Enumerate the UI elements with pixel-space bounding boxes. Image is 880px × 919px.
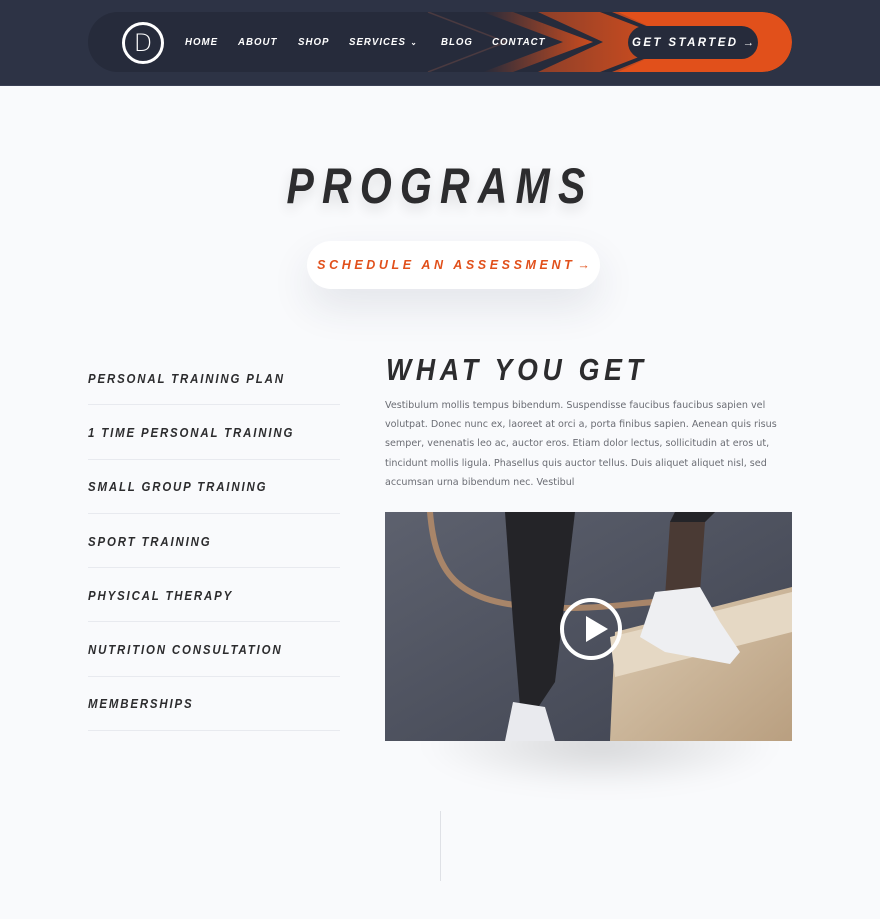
program-label: Small Group Training xyxy=(88,479,268,495)
nav-item-blog[interactable]: Blog xyxy=(441,36,473,48)
program-list: Personal Training Plan 1 Time Personal T… xyxy=(88,351,340,732)
vertical-divider xyxy=(440,811,441,881)
nav-label: Services xyxy=(348,36,406,48)
nav-item-shop[interactable]: Shop xyxy=(298,36,329,48)
program-item-physical-therapy[interactable]: Physical Therapy xyxy=(88,568,340,623)
program-label: Memberships xyxy=(88,696,194,712)
nav-item-about[interactable]: About xyxy=(238,36,277,48)
nav-label: About xyxy=(237,36,278,48)
program-item-nutrition-consultation[interactable]: Nutrition Consultation xyxy=(88,622,340,677)
nav-bar: D Home About Shop Services ⌄ Blog Contact… xyxy=(88,12,792,72)
logo-letter: D xyxy=(133,29,153,57)
arrow-right-icon: → xyxy=(742,36,754,49)
program-item-1-time-personal-training[interactable]: 1 Time Personal Training xyxy=(88,405,340,460)
program-item-memberships[interactable]: Memberships xyxy=(88,677,340,732)
get-started-label: GET STARTED xyxy=(632,36,739,49)
program-label: Personal Training Plan xyxy=(88,370,285,386)
main-nav: Home About Shop Services ⌄ Blog Contact xyxy=(185,36,568,48)
video-player[interactable] xyxy=(385,512,792,741)
section-body-text: Vestibulum mollis tempus bibendum. Suspe… xyxy=(385,400,777,488)
program-item-sport-training[interactable]: Sport Training xyxy=(88,514,340,569)
schedule-assessment-button[interactable]: SCHEDULE AN ASSESSMENT → xyxy=(307,241,600,289)
nav-label: Blog xyxy=(440,36,473,48)
section-heading: WHAT YOU GET xyxy=(386,352,648,387)
chevron-down-icon: ⌄ xyxy=(410,37,418,47)
schedule-assessment-label: SCHEDULE AN ASSESSMENT xyxy=(317,258,576,272)
nav-label: Shop xyxy=(297,36,330,48)
get-started-button[interactable]: GET STARTED → xyxy=(628,26,758,59)
program-item-small-group-training[interactable]: Small Group Training xyxy=(88,460,340,514)
nav-item-contact[interactable]: Contact xyxy=(492,36,546,48)
page-title: PROGRAMS xyxy=(286,158,594,214)
arrow-right-icon: → xyxy=(577,258,590,272)
program-label: 1 Time Personal Training xyxy=(88,424,295,440)
program-label: Nutrition Consultation xyxy=(88,642,283,658)
nav-label: Home xyxy=(185,36,219,48)
nav-item-services[interactable]: Services ⌄ xyxy=(349,36,418,48)
site-header: D Home About Shop Services ⌄ Blog Contact… xyxy=(0,0,880,86)
program-item-personal-training-plan[interactable]: Personal Training Plan xyxy=(88,351,340,406)
program-label: Physical Therapy xyxy=(88,587,234,603)
nav-label: Contact xyxy=(492,36,546,48)
program-label: Sport Training xyxy=(88,533,212,549)
nav-item-home[interactable]: Home xyxy=(185,36,218,48)
play-icon[interactable] xyxy=(560,598,622,660)
logo[interactable]: D xyxy=(122,22,164,64)
